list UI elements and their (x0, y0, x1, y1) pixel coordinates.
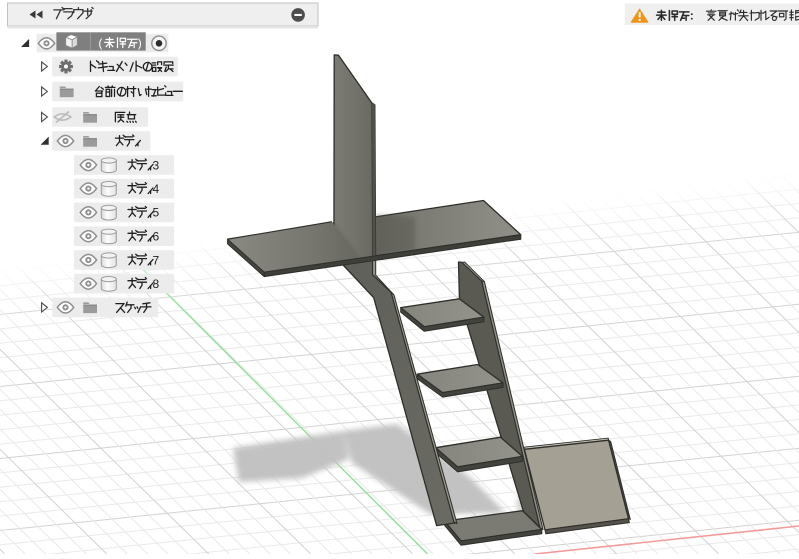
svg-text:(: ( (98, 36, 102, 50)
svg-text:8: 8 (153, 277, 160, 291)
svg-text:4: 4 (153, 182, 160, 196)
svg-text::: : (690, 9, 694, 23)
svg-text:3: 3 (153, 158, 160, 172)
svg-text:6: 6 (153, 230, 160, 244)
svg-text:): ) (138, 36, 142, 50)
svg-text:7: 7 (153, 253, 160, 267)
svg-text:5: 5 (153, 206, 160, 220)
